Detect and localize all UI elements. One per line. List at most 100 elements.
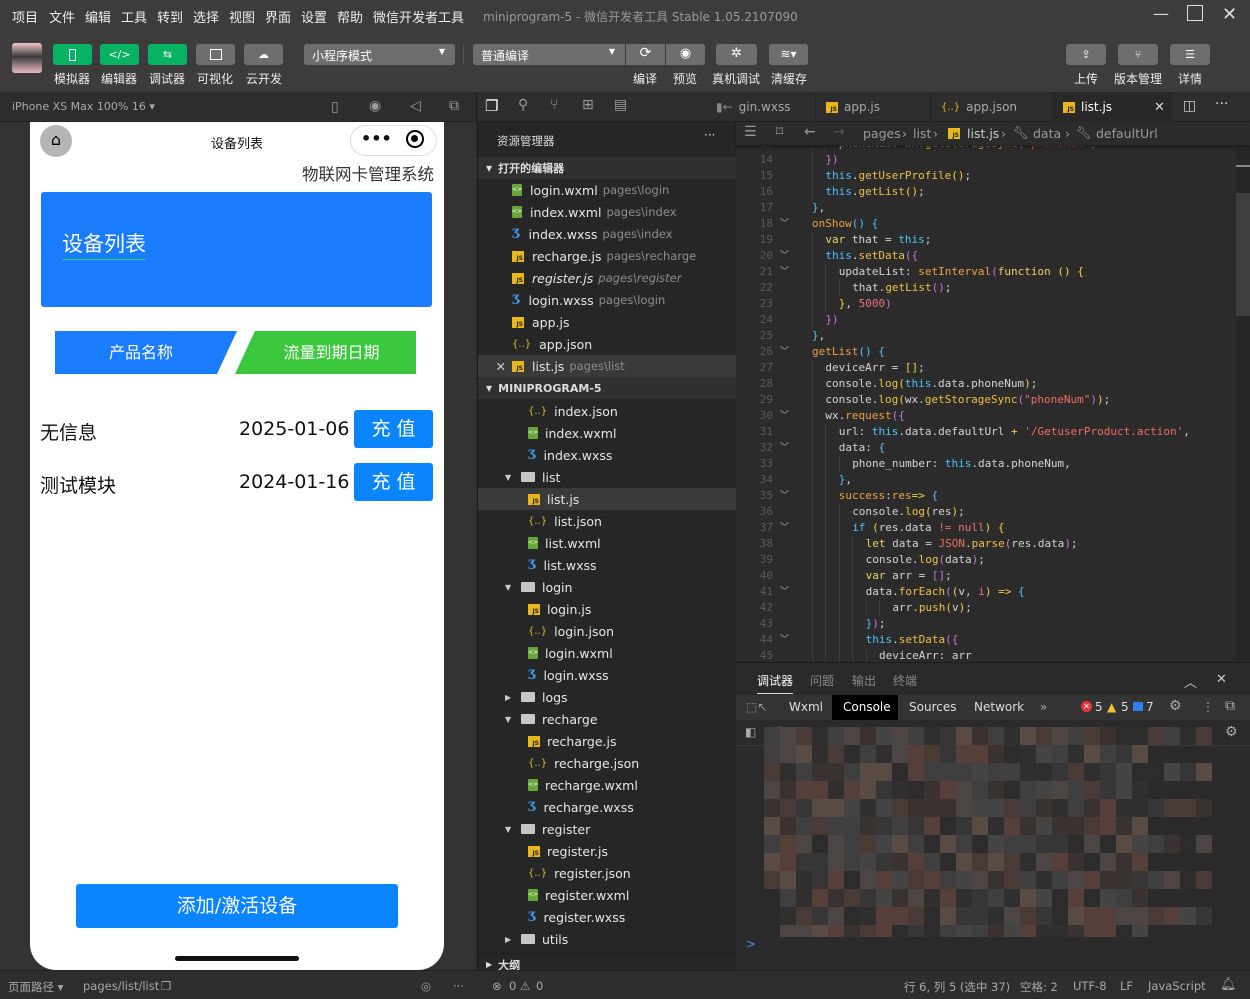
fold-chevron-icon[interactable]: ﹀ bbox=[780, 216, 789, 232]
file-item[interactable]: {..} login.json bbox=[478, 620, 736, 642]
open-editor-item[interactable]: Ʒindex.wxss pages\index bbox=[478, 223, 736, 245]
bell-icon[interactable]: 🔔︎ bbox=[1220, 977, 1237, 992]
code-view[interactable]: 13phoneNum: wx.getStorageSync('phoneNum'… bbox=[736, 145, 1236, 662]
folder-item[interactable]: ▼ register bbox=[478, 818, 736, 840]
remote-debug-button[interactable]: ✲ bbox=[716, 44, 757, 65]
kebab-icon[interactable]: ⋮ bbox=[1202, 700, 1214, 714]
folder-item[interactable]: ▶ utils bbox=[478, 928, 736, 950]
compile-mode-dropdown[interactable]: 普通编译 ▼ bbox=[473, 44, 625, 65]
tab-issues[interactable]: 问题 bbox=[810, 672, 834, 689]
more-dots-icon[interactable]: ••• bbox=[361, 129, 392, 148]
tab-debugger[interactable]: 调试器 bbox=[757, 672, 794, 694]
tab-sources[interactable]: Sources bbox=[909, 700, 956, 714]
tab-app-js[interactable]: JS app.js bbox=[816, 92, 931, 122]
more-tabs-icon[interactable]: » bbox=[1040, 700, 1047, 714]
volume-icon[interactable]: ◁ bbox=[410, 98, 421, 114]
indentation[interactable]: 空格: 2 bbox=[1020, 979, 1058, 995]
cursor-position[interactable]: 行 6, 列 5 (选中 37) bbox=[904, 979, 1010, 995]
menu-settings[interactable]: 设置 bbox=[301, 7, 327, 26]
status-warning-count[interactable]: 0 bbox=[536, 979, 543, 993]
menu-edit[interactable]: 编辑 bbox=[85, 7, 111, 26]
split-editor-icon[interactable]: ◫ bbox=[1183, 98, 1196, 114]
caret-right-icon[interactable]: ▶ bbox=[505, 935, 521, 944]
open-editor-item[interactable]: ✕ JS list.js pages\list bbox=[478, 355, 736, 377]
file-item[interactable]: <> register.wxml bbox=[478, 884, 736, 906]
chevron-up-icon[interactable]: ︿ bbox=[1184, 672, 1197, 691]
compile-button[interactable]: ⟳ bbox=[626, 44, 665, 65]
add-device-button[interactable]: 添加/激活设备 bbox=[76, 884, 398, 928]
simulator-button[interactable] bbox=[53, 44, 92, 65]
close-miniprogram-icon[interactable] bbox=[406, 130, 424, 148]
device-selector[interactable]: iPhone XS Max 100% 16 ▾ bbox=[12, 100, 155, 113]
maximize-icon[interactable] bbox=[1187, 5, 1203, 21]
file-item[interactable]: {..} index.json bbox=[478, 400, 736, 422]
close-icon[interactable]: ✕ bbox=[478, 359, 512, 374]
encoding[interactable]: UTF-8 bbox=[1073, 979, 1107, 993]
error-count[interactable]: 5 bbox=[1095, 700, 1103, 714]
caret-right-icon[interactable]: ▶ bbox=[505, 693, 521, 702]
line-ending[interactable]: LF bbox=[1120, 979, 1133, 993]
source-control-icon[interactable]: ⑂ bbox=[550, 97, 558, 113]
clear-cache-button[interactable]: ≋▾ bbox=[769, 44, 808, 65]
menu-tools[interactable]: 工具 bbox=[121, 7, 147, 26]
tab-list-js[interactable]: JS list.js ✕ bbox=[1053, 92, 1172, 122]
menu-file[interactable]: 文件 bbox=[49, 7, 75, 26]
more-icon[interactable]: ··· bbox=[1215, 96, 1228, 112]
fold-chevron-icon[interactable]: ﹀ bbox=[780, 584, 789, 600]
menu-goto[interactable]: 转到 bbox=[157, 7, 183, 26]
copy-icon[interactable]: ❐ bbox=[161, 979, 171, 993]
status-error-count[interactable]: 0 bbox=[509, 979, 516, 993]
open-editor-item[interactable]: {..} app.json bbox=[478, 333, 736, 355]
folder-item[interactable]: ▼ recharge bbox=[478, 708, 736, 730]
files-icon[interactable]: ❐ bbox=[485, 97, 498, 115]
fold-chevron-icon[interactable]: ﹀ bbox=[780, 632, 789, 648]
mode-dropdown[interactable]: 小程序模式 ▼ bbox=[304, 44, 455, 65]
list-icon[interactable]: ☰ bbox=[744, 124, 757, 140]
breadcrumb-item[interactable]: list.js bbox=[967, 126, 999, 141]
fold-chevron-icon[interactable]: ﹀ bbox=[780, 248, 789, 264]
open-editor-item[interactable]: JS recharge.js pages\recharge bbox=[478, 245, 736, 267]
open-editors-section[interactable]: ▼ 打开的编辑器 bbox=[478, 157, 736, 179]
open-editor-item[interactable]: Ʒlogin.wxss pages\login bbox=[478, 289, 736, 311]
tab-output[interactable]: 输出 bbox=[852, 672, 876, 689]
file-item[interactable]: <> index.wxml bbox=[478, 422, 736, 444]
file-item[interactable]: Ʒlist.wxss bbox=[478, 554, 736, 576]
caret-down-icon[interactable]: ▼ bbox=[505, 583, 521, 592]
open-editor-item[interactable]: JS register.js pages\register bbox=[478, 267, 736, 289]
menu-interface[interactable]: 界面 bbox=[265, 7, 291, 26]
file-item[interactable]: <> list.wxml bbox=[478, 532, 736, 554]
folder-item[interactable]: ▶ logs bbox=[478, 686, 736, 708]
inspect-icon[interactable]: ⬚↖ bbox=[746, 700, 767, 714]
window-icon[interactable]: ⧉ bbox=[449, 98, 459, 114]
eye-icon[interactable]: ◎ bbox=[421, 979, 431, 993]
file-item[interactable]: {..} list.json bbox=[478, 510, 736, 532]
project-section[interactable]: ▼ MINIPROGRAM-5 bbox=[478, 377, 736, 399]
forward-icon[interactable]: → bbox=[833, 124, 845, 140]
warning-count[interactable]: 5 bbox=[1121, 700, 1129, 714]
fold-chevron-icon[interactable]: ﹀ bbox=[780, 264, 789, 280]
more-icon[interactable]: ··· bbox=[453, 979, 464, 993]
menu-project[interactable]: 项目 bbox=[12, 7, 38, 26]
menu-help[interactable]: 帮助 bbox=[337, 7, 363, 26]
back-icon[interactable]: ← bbox=[804, 124, 816, 140]
console-prompt[interactable]: > bbox=[746, 937, 756, 951]
open-editor-item[interactable]: <> login.wxml pages\login bbox=[478, 179, 736, 201]
breadcrumb-item[interactable]: list bbox=[913, 126, 931, 141]
open-editor-item[interactable]: <> index.wxml pages\index bbox=[478, 201, 736, 223]
tab-product-name[interactable]: 产品名称 bbox=[55, 331, 237, 374]
file-item[interactable]: {..} recharge.json bbox=[478, 752, 736, 774]
visual-button[interactable] bbox=[196, 44, 235, 65]
info-count[interactable]: 7 bbox=[1146, 700, 1154, 714]
upload-button[interactable]: ⇪ bbox=[1066, 44, 1106, 65]
dock-icon[interactable]: ⧉ bbox=[1225, 698, 1235, 714]
menu-select[interactable]: 选择 bbox=[193, 7, 219, 26]
menu-view[interactable]: 视图 bbox=[229, 7, 255, 26]
cloud-button[interactable]: ☁ bbox=[244, 44, 283, 65]
storage-icon[interactable]: ▤ bbox=[614, 97, 627, 113]
file-item[interactable]: JS login.js bbox=[478, 598, 736, 620]
avatar[interactable] bbox=[12, 43, 42, 73]
preview-button[interactable]: ◉ bbox=[666, 44, 705, 65]
bookmark-icon[interactable]: ⌑ bbox=[776, 124, 783, 140]
file-item[interactable]: Ʒregister.wxss bbox=[478, 906, 736, 928]
tab-terminal[interactable]: 终端 bbox=[893, 672, 917, 689]
